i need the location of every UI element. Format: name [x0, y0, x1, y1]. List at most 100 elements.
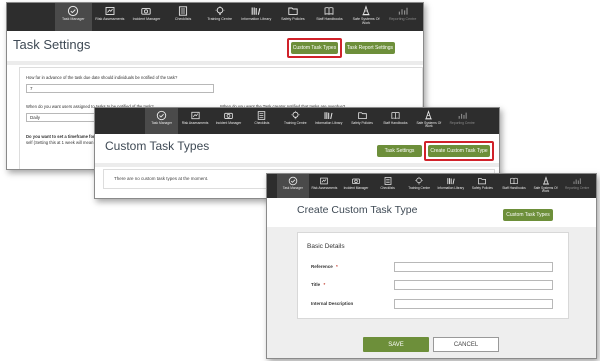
divider [7, 61, 423, 65]
cone-icon [423, 110, 434, 121]
nav-item-label: Incident Manager [215, 121, 242, 125]
nav-item-information-library[interactable]: Information Library [238, 3, 275, 31]
nav-item-label: Training Centre [207, 17, 232, 21]
policy-folder-icon [477, 176, 487, 186]
page-title: Custom Task Types [105, 139, 210, 153]
nav-item-staff-handbooks[interactable]: Staff Handbooks [379, 108, 412, 134]
nav-item-safe-systems-of-work[interactable]: Safe Systems Of Work [348, 3, 385, 31]
nav-item-staff-handbooks[interactable]: Staff Handbooks [311, 3, 348, 31]
nav-item-label: Information Library [437, 186, 465, 190]
nav-item-safe-systems-of-work[interactable]: Safe Systems Of Work [530, 174, 562, 198]
nav-item-label: Risk Assessments [311, 186, 338, 190]
nav-item-label: Task Manager [151, 121, 173, 125]
nav-item-training-centre[interactable]: Training Centre [201, 3, 238, 31]
required-marker: * [323, 282, 326, 287]
check-circle-icon [288, 176, 298, 186]
nav-item-label: Incident Manager [132, 17, 161, 21]
reference-input[interactable] [394, 262, 553, 272]
save-button[interactable]: SAVE [363, 337, 429, 352]
nav-item-staff-handbooks[interactable]: Staff Handbooks [498, 174, 530, 198]
custom-task-types-highlight [287, 38, 342, 58]
nav-item-safety-policies[interactable]: Safety Policies [467, 174, 499, 198]
nav-item-label: Safe Systems Of Work [533, 186, 558, 194]
nav-item-safety-policies[interactable]: Safety Policies [275, 3, 312, 31]
nav-item-label: Information Library [314, 121, 343, 125]
nav-item-training-centre[interactable]: Training Centre [403, 174, 435, 198]
nav-item-label: Safety Policies [471, 186, 493, 190]
incident-camera-icon [140, 5, 152, 17]
lightbulb-icon [290, 110, 301, 121]
library-icon [323, 110, 334, 121]
nav-item-risk-assessments[interactable]: Risk Assessments [309, 174, 341, 198]
nav-item-checklists[interactable]: Checklists [245, 108, 278, 134]
nav-item-safe-systems-of-work[interactable]: Safe Systems Of Work [412, 108, 445, 134]
page-title: Create Custom Task Type [297, 204, 418, 216]
handbook-icon [390, 110, 401, 121]
cone-icon [360, 5, 372, 17]
top-nav-bar: Task Manager Risk Assessments Incident Man… [267, 174, 596, 198]
nav-item-label: Staff Handbooks [383, 121, 408, 125]
risk-assessment-icon [319, 176, 329, 186]
required-marker: * [336, 264, 338, 269]
reporting-chart-icon [572, 176, 582, 186]
nav-item-task-manager[interactable]: Task Manager [145, 108, 179, 134]
nav-item-label: Training Centre [408, 186, 431, 190]
reference-label: Reference * [311, 264, 338, 269]
nav-item-information-library[interactable]: Information Library [435, 174, 467, 198]
task-settings-button[interactable]: Task Settings [377, 145, 422, 157]
nav-item-label: Safety Policies [351, 121, 373, 125]
nav-item-label: Information Library [241, 17, 272, 21]
custom-task-types-button[interactable]: Custom Task Types [503, 209, 553, 221]
lightbulb-icon [414, 176, 424, 186]
nav-item-risk-assessments[interactable]: Risk Assessments [92, 3, 129, 31]
nav-item-label: Checklists [174, 17, 192, 21]
reference-label-text: Reference [311, 264, 333, 269]
section-title: Basic Details [307, 243, 345, 250]
nav-item-label: Safe Systems Of Work [352, 17, 380, 25]
cancel-button[interactable]: CANCEL [433, 337, 499, 352]
nav-item-safety-policies[interactable]: Safety Policies [345, 108, 378, 134]
incident-camera-icon [351, 176, 361, 186]
nav-item-label: Reporting Centre [388, 17, 417, 21]
nav-item-checklists[interactable]: Checklists [165, 3, 202, 31]
handbook-icon [509, 176, 519, 186]
advance-days-input[interactable]: 7 [26, 84, 214, 93]
basic-details-panel: Basic Details Reference * Title * Intern… [297, 232, 569, 319]
nav-item-training-centre[interactable]: Training Centre [279, 108, 312, 134]
nav-item-label: Staff Handbooks [502, 186, 526, 190]
policy-folder-icon [287, 5, 299, 17]
nav-item-information-library[interactable]: Information Library [312, 108, 345, 134]
nav-item-label: Reporting Centre [449, 121, 475, 125]
title-label: Title * [311, 282, 325, 287]
nav-item-risk-assessments[interactable]: Risk Assessments [178, 108, 211, 134]
check-circle-icon [156, 110, 167, 121]
create-custom-task-type-highlight [424, 141, 494, 161]
nav-item-label: Task Manager [62, 17, 85, 21]
library-icon [446, 176, 456, 186]
title-input[interactable] [394, 280, 553, 290]
nav-item-label: Checklists [380, 186, 395, 190]
nav-item-label: Reporting Centre [565, 186, 590, 190]
internal-description-label: Internal Description [311, 301, 354, 306]
question-timeframe: Do you want to set a timeframe for [26, 134, 95, 139]
nav-item-task-manager[interactable]: Task Manager [55, 3, 92, 31]
nav-item-label: Safety Policies [281, 17, 305, 21]
nav-item-incident-manager[interactable]: Incident Manager [340, 174, 372, 198]
nav-item-checklists[interactable]: Checklists [372, 174, 404, 198]
empty-list-message: There are no custom task types at the mo… [114, 176, 209, 181]
lightbulb-icon [214, 5, 226, 17]
nav-item-reporting-centre[interactable]: Reporting Centre [561, 174, 593, 198]
nav-item-incident-manager[interactable]: Incident Manager [212, 108, 245, 134]
nav-item-label: Staff Handbooks [316, 17, 343, 21]
nav-item-task-manager[interactable]: Task Manager [277, 174, 309, 198]
nav-item-incident-manager[interactable]: Incident Manager [128, 3, 165, 31]
top-nav-bar: Task Manager Risk Assessments Incident Man… [95, 108, 499, 134]
task-report-settings-button[interactable]: Task Report Settings [345, 42, 395, 54]
internal-description-input[interactable] [394, 299, 553, 309]
nav-item-reporting-centre[interactable]: Reporting Centre [446, 108, 479, 134]
nav-item-label: Task Manager [282, 186, 303, 190]
nav-item-label: Risk Assessments [95, 17, 125, 21]
nav-item-reporting-centre[interactable]: Reporting Centre [384, 3, 421, 31]
